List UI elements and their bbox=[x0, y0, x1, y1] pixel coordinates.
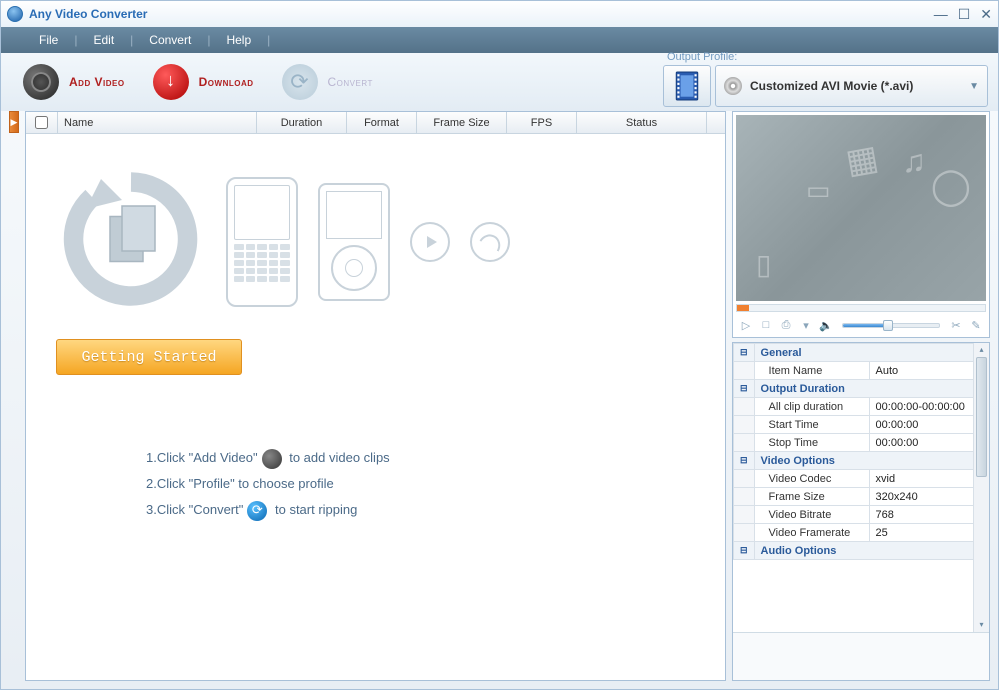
preview-player: ▯ ▭ ▦ ♫ ◯ ▷ □ ⎙ ▾ 🔈 ✂ ✎ bbox=[732, 111, 990, 338]
volume-slider[interactable] bbox=[842, 323, 940, 328]
properties-panel: ⊟General Item NameAuto ⊟Output Duration … bbox=[732, 342, 990, 681]
play-button[interactable]: ▷ bbox=[738, 317, 754, 333]
collapse-output-duration[interactable]: ⊟ bbox=[734, 380, 755, 398]
output-profile-label: Output Profile: bbox=[667, 51, 988, 63]
music-ghost-icon: ♫ bbox=[902, 143, 926, 180]
video-framerate-value[interactable]: 25 bbox=[869, 524, 988, 542]
phone-ghost-icon: ▭ bbox=[806, 175, 831, 206]
settings-button[interactable]: ✎ bbox=[968, 317, 984, 333]
file-list-panel: Name Duration Format Frame Size FPS Stat… bbox=[25, 111, 726, 681]
item-name-value[interactable]: Auto bbox=[869, 362, 988, 380]
ipod-ghost-icon: ▯ bbox=[756, 248, 771, 281]
app-icon bbox=[7, 6, 23, 22]
main-area: ▶ Name Duration Format Frame Size FPS St… bbox=[1, 111, 998, 689]
collapse-video-options[interactable]: ⊟ bbox=[734, 452, 755, 470]
video-frame-size-value[interactable]: 320x240 bbox=[869, 488, 988, 506]
quicktime-graphic-icon bbox=[470, 222, 510, 262]
scroll-thumb[interactable] bbox=[976, 357, 987, 477]
col-duration[interactable]: Duration bbox=[257, 112, 347, 133]
scroll-up-icon[interactable]: ▴ bbox=[974, 343, 989, 357]
close-button[interactable]: ✕ bbox=[980, 6, 992, 23]
cut-button[interactable]: ✂ bbox=[948, 317, 964, 333]
download-icon bbox=[153, 64, 189, 100]
properties-grid: ⊟General Item NameAuto ⊟Output Duration … bbox=[733, 343, 989, 632]
snapshot-button[interactable]: ⎙ bbox=[778, 317, 794, 333]
film-strip-icon bbox=[674, 71, 700, 101]
minimize-button[interactable]: — bbox=[934, 6, 948, 23]
menu-convert[interactable]: Convert bbox=[133, 33, 207, 47]
stop-button[interactable]: □ bbox=[758, 317, 774, 333]
download-button[interactable]: Download bbox=[139, 60, 268, 104]
snapshot-menu-button[interactable]: ▾ bbox=[798, 317, 814, 333]
col-format[interactable]: Format bbox=[347, 112, 417, 133]
menu-help[interactable]: Help bbox=[210, 33, 267, 47]
add-video-button[interactable]: Add Video bbox=[9, 60, 139, 104]
getting-started-button[interactable]: Getting Started bbox=[56, 339, 242, 375]
convert-icon bbox=[282, 64, 318, 100]
col-check[interactable] bbox=[26, 112, 58, 133]
toolbar: Add Video Download Convert Output Profil… bbox=[1, 53, 998, 111]
app-window: Any Video Converter — ☐ ✕ File| Edit| Co… bbox=[0, 0, 999, 690]
volume-button[interactable]: 🔈 bbox=[818, 317, 834, 333]
col-name[interactable]: Name bbox=[58, 112, 257, 133]
output-preview-button[interactable] bbox=[663, 65, 711, 107]
empty-state: Getting Started 1.Click "Add Video" to a… bbox=[26, 134, 725, 680]
maximize-button[interactable]: ☐ bbox=[958, 6, 971, 23]
film-reel-icon bbox=[23, 64, 59, 100]
scroll-down-icon[interactable]: ▾ bbox=[974, 618, 989, 632]
video-codec-value[interactable]: xvid bbox=[869, 470, 988, 488]
start-time-value[interactable]: 00:00:00 bbox=[869, 416, 988, 434]
player-controls: ▷ □ ⎙ ▾ 🔈 ✂ ✎ bbox=[736, 312, 986, 334]
play-graphic-icon bbox=[410, 222, 450, 262]
output-profile-select[interactable]: Customized AVI Movie (*.avi) ▼ bbox=[715, 65, 988, 107]
window-title: Any Video Converter bbox=[29, 7, 934, 21]
film-reel-inline-icon bbox=[262, 449, 282, 469]
video-bitrate-value[interactable]: 768 bbox=[869, 506, 988, 524]
instructions: 1.Click "Add Video" to add video clips 2… bbox=[146, 445, 705, 523]
stop-time-value[interactable]: 00:00:00 bbox=[869, 434, 988, 452]
col-frame-size[interactable]: Frame Size bbox=[417, 112, 507, 133]
panel-expand-button[interactable]: ▶ bbox=[9, 111, 19, 133]
ipod-graphic-icon bbox=[318, 183, 390, 301]
col-scroll bbox=[707, 112, 725, 133]
col-status[interactable]: Status bbox=[577, 112, 707, 133]
disc-ghost-icon: ◯ bbox=[931, 165, 971, 207]
properties-scrollbar[interactable]: ▴ ▾ bbox=[973, 343, 989, 632]
preview-progress[interactable] bbox=[736, 304, 986, 312]
menubar: File| Edit| Convert| Help| bbox=[1, 27, 998, 53]
convert-button[interactable]: Convert bbox=[268, 60, 387, 104]
right-panel: ▯ ▭ ▦ ♫ ◯ ▷ □ ⎙ ▾ 🔈 ✂ ✎ bbox=[732, 111, 990, 681]
titlebar: Any Video Converter — ☐ ✕ bbox=[1, 1, 998, 27]
collapse-general[interactable]: ⊟ bbox=[734, 344, 755, 362]
window-buttons: — ☐ ✕ bbox=[934, 6, 992, 23]
output-profile-area: Output Profile: Customized AVI Movie (*.… bbox=[663, 51, 988, 107]
preview-screen: ▯ ▭ ▦ ♫ ◯ bbox=[736, 115, 986, 301]
chevron-down-icon: ▼ bbox=[969, 81, 979, 92]
disc-icon bbox=[724, 77, 742, 95]
phone-graphic-icon bbox=[226, 177, 298, 307]
all-clip-duration-value[interactable]: 00:00:00-00:00:00 bbox=[869, 398, 988, 416]
convert-inline-icon bbox=[247, 501, 267, 521]
property-description bbox=[733, 632, 989, 680]
menu-file[interactable]: File bbox=[23, 33, 74, 47]
col-fps[interactable]: FPS bbox=[507, 112, 577, 133]
expand-audio-options[interactable]: ⊟ bbox=[734, 542, 755, 560]
film-ghost-icon: ▦ bbox=[843, 138, 882, 183]
select-all-checkbox[interactable] bbox=[35, 116, 48, 129]
table-header: Name Duration Format Frame Size FPS Stat… bbox=[26, 112, 725, 134]
menu-edit[interactable]: Edit bbox=[77, 33, 130, 47]
refresh-graphic-icon bbox=[56, 164, 206, 319]
